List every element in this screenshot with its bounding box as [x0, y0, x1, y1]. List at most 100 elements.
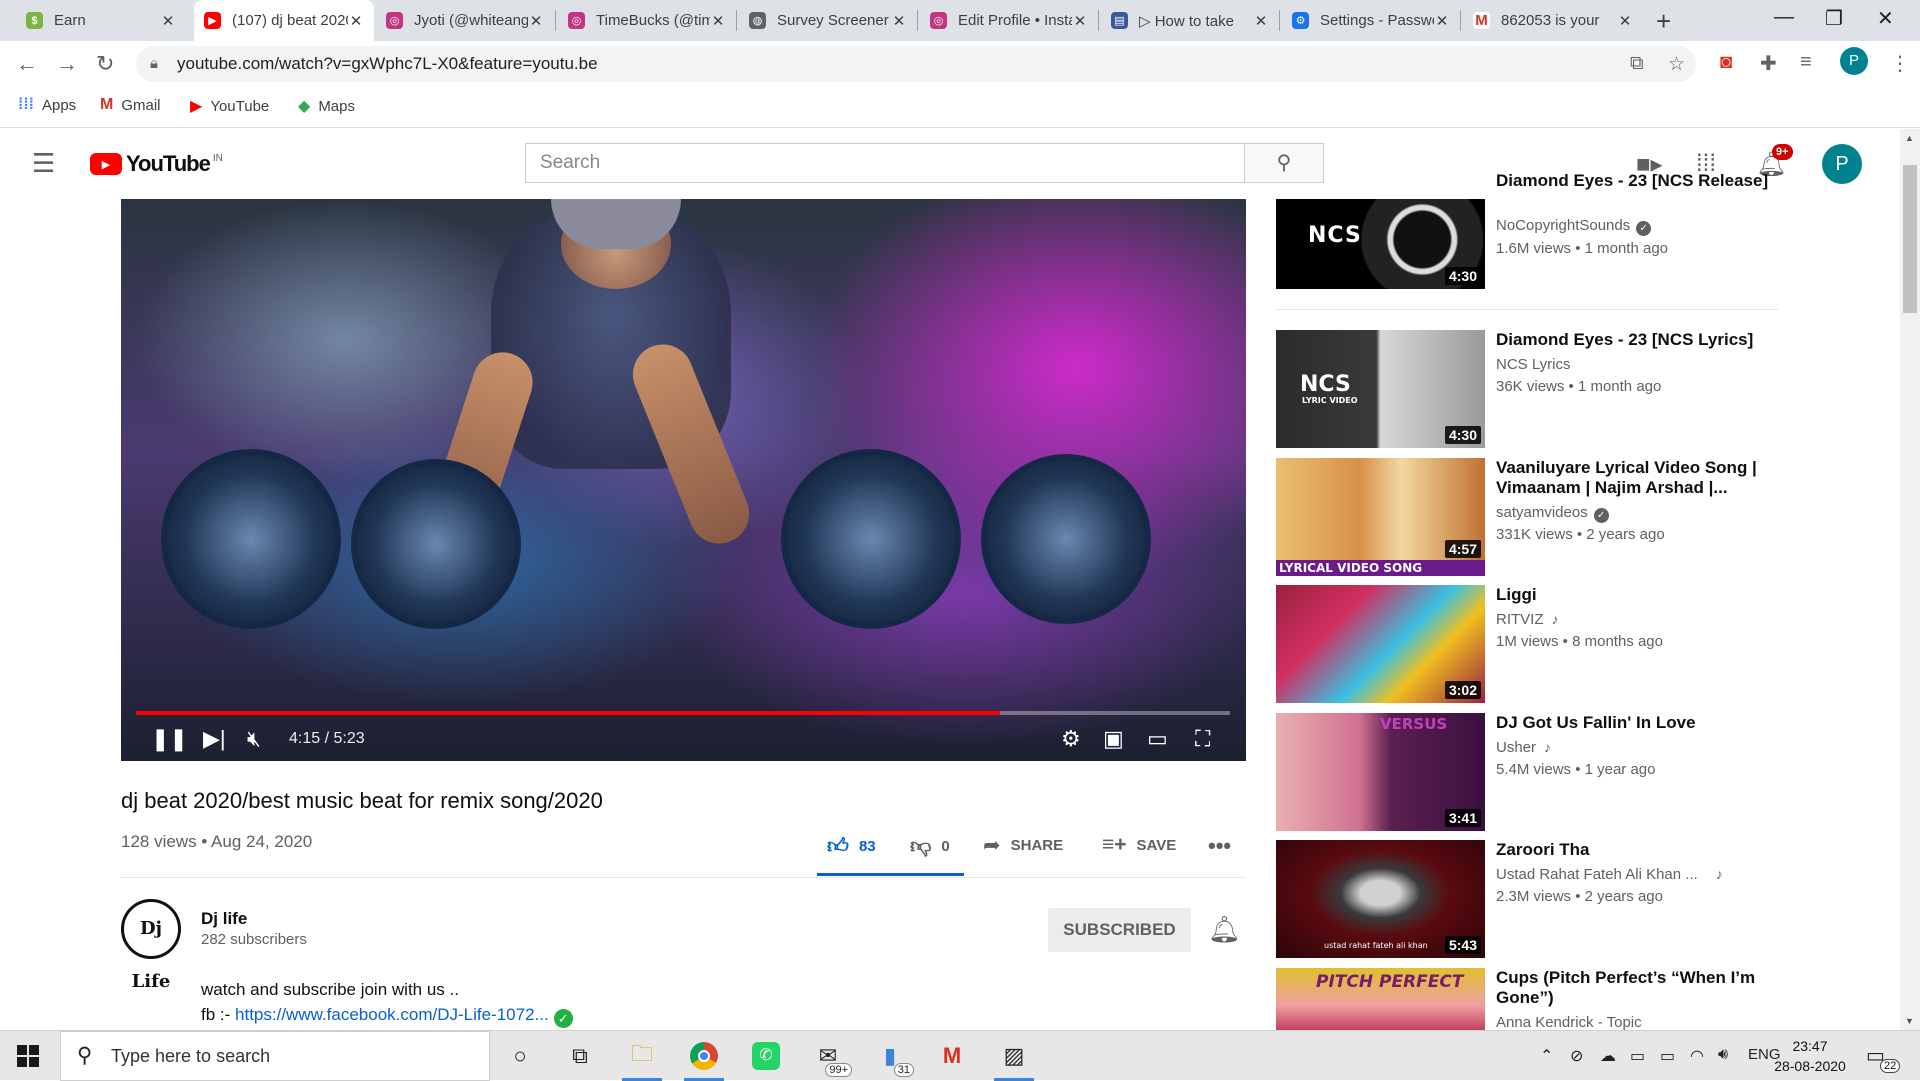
- system-clock[interactable]: 23:47 28-08-2020: [1770, 1036, 1850, 1076]
- more-actions-icon[interactable]: •••: [1208, 833, 1231, 859]
- video-thumbnail[interactable]: PITCH PERFECT: [1276, 968, 1485, 1030]
- pocket-extension-icon[interactable]: ◙: [1720, 51, 1732, 74]
- channel-name[interactable]: Dj life: [201, 909, 247, 929]
- account-avatar[interactable]: P: [1822, 144, 1862, 184]
- notification-bell-icon[interactable]: 🔔︎: [1208, 914, 1241, 945]
- scroll-down-arrow-icon[interactable]: ▼: [1905, 1016, 1914, 1026]
- recommendation-title[interactable]: Cups (Pitch Perfect’s “When I’m Gone”): [1496, 968, 1776, 1008]
- video-thumbnail[interactable]: VERSUS 3:41: [1276, 713, 1485, 831]
- video-thumbnail[interactable]: 3:02: [1276, 585, 1485, 703]
- recommendation-title[interactable]: Zaroori Tha: [1496, 840, 1776, 860]
- progress-bar-played[interactable]: [136, 711, 1000, 715]
- reload-icon[interactable]: ↻: [96, 51, 114, 77]
- browser-menu-icon[interactable]: ⋮: [1890, 51, 1910, 76]
- recommendation-item[interactable]: VERSUS 3:41 DJ Got Us Fallin' In Love Us…: [1276, 713, 1796, 831]
- battery-icon[interactable]: ▭: [1660, 1046, 1675, 1066]
- extensions-puzzle-icon[interactable]: ✚: [1760, 51, 1777, 76]
- video-thumbnail[interactable]: LYRICAL VIDEO SONG 4:57: [1276, 458, 1485, 576]
- display-icon[interactable]: ▭: [1630, 1046, 1645, 1066]
- close-window-icon[interactable]: ✕: [1877, 6, 1894, 31]
- recommendation-item[interactable]: NCS LYRIC VIDEO 4:30 Diamond Eyes - 23 […: [1276, 330, 1796, 448]
- cortana-icon[interactable]: ○: [496, 1037, 544, 1075]
- video-player[interactable]: ❚❚ ▶| 🔇︎ 4:15 / 5:23 ⚙ ▣ ▭ ⛶: [121, 199, 1246, 761]
- address-bar[interactable]: 🔒︎ youtube.com/watch?v=gxWphc7L-X0&featu…: [136, 46, 1696, 82]
- close-tab-icon[interactable]: ✕: [891, 12, 907, 30]
- close-tab-icon[interactable]: ✕: [710, 12, 726, 30]
- muted-volume-icon[interactable]: 🔇︎: [247, 726, 261, 752]
- taskbar-search-box[interactable]: ⚲ Type here to search: [60, 1031, 490, 1081]
- close-tab-icon[interactable]: ✕: [1434, 12, 1450, 30]
- mail-icon[interactable]: ✉ 99+: [804, 1037, 852, 1077]
- tab-youtube-active[interactable]: ▶ (107) dj beat 2020/best music beat for…: [194, 0, 374, 41]
- back-arrow-icon[interactable]: ←: [16, 51, 38, 77]
- share-button[interactable]: ➦ SHARE: [983, 833, 1063, 858]
- maximize-window-icon[interactable]: ❐: [1825, 6, 1843, 31]
- recommendation-channel[interactable]: Anna Kendrick - Topic: [1496, 1014, 1642, 1030]
- recommendation-channel[interactable]: NoCopyrightSounds ✓: [1496, 217, 1652, 236]
- tab-settings-passwords[interactable]: ⚙ Settings - Passwords ✕: [1282, 0, 1460, 41]
- youtube-logo[interactable]: ▶ YouTube IN: [90, 151, 223, 177]
- tab-how-to-take[interactable]: ▤ ▷ How to take ✕: [1101, 0, 1279, 41]
- bookmark-youtube[interactable]: ▶ YouTube: [190, 96, 269, 116]
- tab-instagram-jyoti[interactable]: ◎ Jyoti (@whiteangel) ✕: [376, 0, 554, 41]
- bookmark-maps[interactable]: ◆ Maps: [298, 96, 355, 116]
- close-tab-icon[interactable]: ✕: [528, 12, 544, 30]
- miniplayer-icon[interactable]: ▣: [1103, 726, 1124, 752]
- cloud-sync-icon[interactable]: ☁: [1600, 1046, 1616, 1066]
- url-text[interactable]: youtube.com/watch?v=gxWphc7L-X0&feature=…: [177, 54, 598, 74]
- lock-icon[interactable]: 🔒︎: [150, 55, 158, 72]
- bookmark-gmail[interactable]: M Gmail: [100, 96, 161, 114]
- recommendation-item[interactable]: PITCH PERFECT Cups (Pitch Perfect’s “Whe…: [1276, 968, 1796, 1030]
- recommendation-title[interactable]: Liggi: [1496, 585, 1776, 605]
- recommendation-channel[interactable]: satyamvideos ✓: [1496, 504, 1609, 523]
- bookmark-apps[interactable]: ⁞⁞⁞ Apps: [18, 96, 76, 114]
- close-tab-icon[interactable]: ✕: [1072, 12, 1088, 30]
- pause-icon[interactable]: ❚❚: [151, 726, 188, 752]
- hamburger-menu-icon[interactable]: ☰: [32, 148, 55, 179]
- close-tab-icon[interactable]: ✕: [348, 12, 364, 30]
- tab-survey-screener[interactable]: ◍ Survey Screener ✕: [739, 0, 917, 41]
- network-offline-icon[interactable]: ⊘: [1570, 1046, 1583, 1066]
- show-hidden-icons-icon[interactable]: ⌃: [1540, 1046, 1553, 1066]
- facebook-link[interactable]: https://www.facebook.com/DJ-Life-1072...: [235, 1005, 549, 1024]
- like-button[interactable]: 👍︎ 83: [827, 833, 876, 859]
- recommendation-channel[interactable]: NCS Lyrics: [1496, 356, 1570, 373]
- search-input[interactable]: Search: [525, 143, 1244, 183]
- fullscreen-icon[interactable]: ⛶: [1195, 726, 1210, 752]
- chrome-icon[interactable]: [680, 1037, 728, 1081]
- tab-gmail[interactable]: M 862053 is your ✕: [1463, 0, 1643, 41]
- recommendation-item[interactable]: 3:02 Liggi RITVIZ ♪ 1M views • 8 months a…: [1276, 585, 1796, 703]
- tab-edit-profile[interactable]: ◎ Edit Profile • Instagram ✕: [920, 0, 1098, 41]
- profile-avatar[interactable]: P: [1840, 47, 1868, 75]
- tab-instagram-timebucks[interactable]: ◎ TimeBucks (@timebucks) ✕: [558, 0, 736, 41]
- task-view-icon[interactable]: ⧉: [556, 1037, 604, 1075]
- file-explorer-icon[interactable]: 🗀︎: [618, 1037, 666, 1081]
- gmail-icon[interactable]: M: [928, 1037, 976, 1075]
- recommendation-title[interactable]: Diamond Eyes - 23 [NCS Release]: [1496, 171, 1776, 211]
- recommendation-item[interactable]: ustad rahat fateh ali khan 5:43 Zaroori …: [1276, 840, 1796, 958]
- whatsapp-icon[interactable]: ✆: [742, 1037, 790, 1075]
- tab-earn[interactable]: $ Earn ✕: [16, 0, 186, 41]
- channel-avatar[interactable]: Dj Life: [121, 899, 181, 992]
- recommendation-item[interactable]: LYRICAL VIDEO SONG 4:57 Vaaniluyare Lyri…: [1276, 458, 1796, 576]
- theater-mode-icon[interactable]: ▭: [1147, 726, 1168, 752]
- dislike-button[interactable]: 👎︎ 0: [910, 833, 950, 859]
- calendar-icon[interactable]: ▮ 31: [866, 1037, 914, 1077]
- recommendation-channel[interactable]: Usher ♪: [1496, 739, 1551, 756]
- scroll-up-arrow-icon[interactable]: ▲: [1905, 133, 1914, 143]
- forward-arrow-icon[interactable]: →: [56, 51, 78, 77]
- video-thumbnail[interactable]: NCS LYRIC VIDEO 4:30: [1276, 330, 1485, 448]
- recommendation-channel[interactable]: Ustad Rahat Fateh Ali Khan ... ♪: [1496, 866, 1723, 883]
- wifi-icon[interactable]: ◠: [1690, 1046, 1704, 1066]
- close-tab-icon[interactable]: ✕: [1253, 12, 1269, 30]
- recommendation-title[interactable]: DJ Got Us Fallin' In Love: [1496, 713, 1776, 733]
- scrollbar-thumb[interactable]: [1903, 165, 1917, 313]
- page-scrollbar[interactable]: ▲ ▼: [1900, 129, 1920, 1030]
- recommendation-channel[interactable]: RITVIZ ♪: [1496, 611, 1559, 628]
- save-button[interactable]: ≡+ SAVE: [1102, 833, 1176, 857]
- video-thumbnail[interactable]: ustad rahat fateh ali khan 5:43: [1276, 840, 1485, 958]
- close-tab-icon[interactable]: ✕: [160, 12, 176, 30]
- recommendation-title[interactable]: Vaaniluyare Lyrical Video Song | Vimaana…: [1496, 458, 1776, 498]
- minimize-window-icon[interactable]: —: [1774, 6, 1794, 29]
- bookmark-star-icon[interactable]: ☆: [1668, 53, 1685, 76]
